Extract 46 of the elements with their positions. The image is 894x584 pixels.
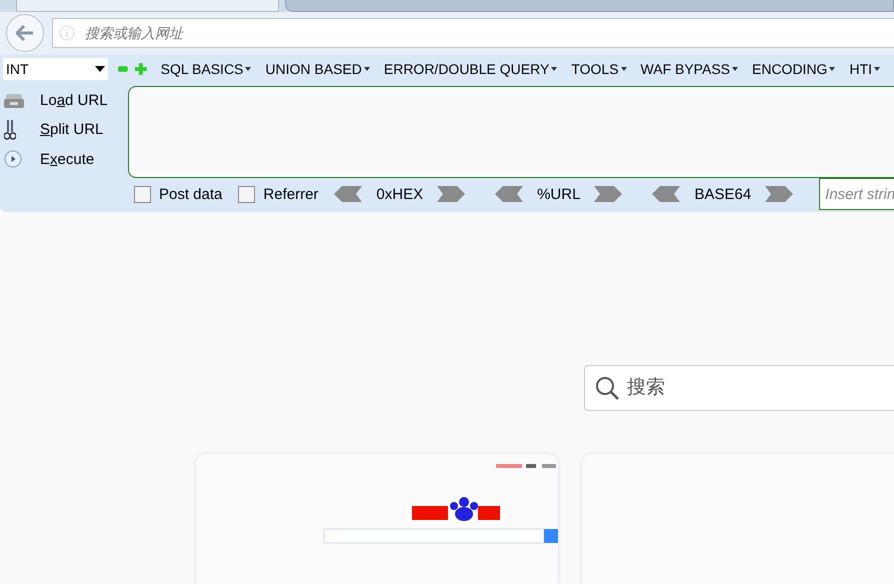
caret-icon [620,67,627,71]
menu[interactable]: HTI [849,61,880,77]
back-button[interactable] [6,14,44,52]
left-arrow-icon[interactable] [334,186,362,202]
checkbox[interactable] [238,186,256,202]
menu[interactable]: ENCODING [752,61,836,77]
action-button[interactable]: Execute [0,145,128,174]
caret-icon [829,67,836,71]
type-select[interactable]: INT [3,58,108,80]
dropdown-caret-icon[interactable] [95,66,106,72]
right-arrow-icon[interactable] [437,186,466,202]
scissors-icon [4,120,16,140]
action-button[interactable]: Split URL [0,116,128,144]
plus-icon[interactable] [135,63,148,75]
minus-icon[interactable] [118,65,128,73]
search-bar[interactable]: 搜索 [584,365,894,411]
action-button[interactable]: Load URL [0,86,128,115]
encoder-label: %URL [537,186,580,202]
caret-icon [364,67,370,71]
menu[interactable]: TOOLS [571,61,627,77]
url-textarea[interactable] [128,86,894,178]
play-icon [4,150,22,168]
caret-icon [732,67,738,71]
back-arrow-icon [16,25,34,41]
right-arrow-icon[interactable] [765,186,794,202]
menu[interactable]: UNION BASED [265,61,370,77]
caret-icon [874,67,880,71]
menu[interactable]: WAF BYPASS [640,61,738,77]
encoder-label: BASE64 [694,186,752,202]
checkbox[interactable] [134,186,151,202]
encoder-label: 0xHEX [376,186,424,202]
caret-icon [245,67,252,71]
checkbox-label: Post data [159,186,222,202]
search-field[interactable]: 搜索 [625,376,894,400]
menu[interactable]: ERROR/DOUBLE QUERY [384,61,558,77]
menu[interactable]: SQL BASICS [160,61,252,77]
address-bar[interactable]: 搜索或输入网址 [52,18,894,48]
caret-icon [551,67,558,71]
left-arrow-icon[interactable] [652,186,680,202]
left-arrow-icon[interactable] [495,186,524,202]
printer-icon [4,92,24,109]
right-arrow-icon[interactable] [594,186,622,202]
checkbox-label: Referrer [263,186,318,202]
browser-tab[interactable] [284,0,894,12]
browser-tab[interactable] [16,0,279,12]
search-icon [595,376,619,400]
